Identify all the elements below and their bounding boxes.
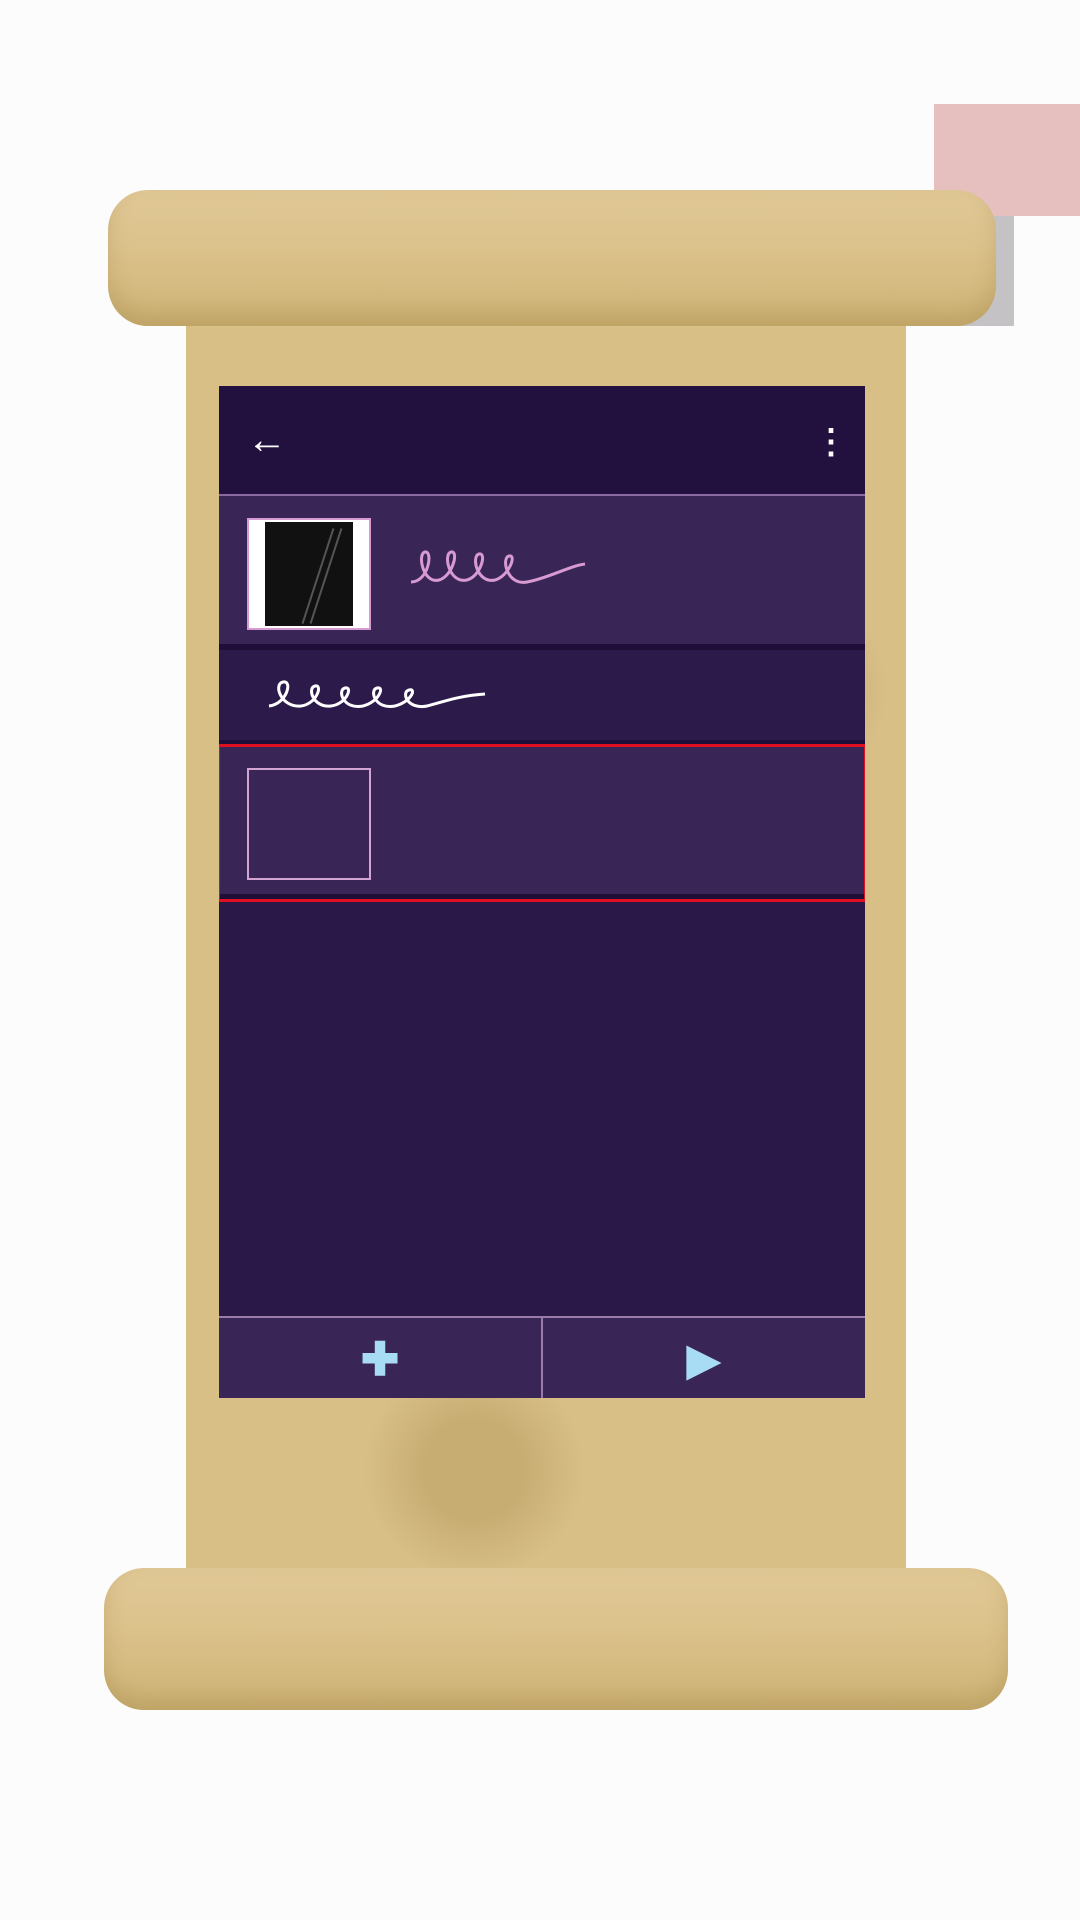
handwritten-label bbox=[267, 674, 687, 718]
thumbnail-image bbox=[247, 518, 371, 630]
overflow-menu-icon[interactable]: ⋮ bbox=[811, 418, 851, 466]
handwritten-label bbox=[409, 542, 829, 598]
list-item-selected[interactable] bbox=[219, 744, 865, 902]
empty-thumbnail bbox=[247, 768, 371, 880]
app-bar: ← ⋮ bbox=[219, 386, 865, 496]
stage: ← ⋮ ✚ ▶ bbox=[0, 0, 1080, 1920]
scroll-roll-bottom bbox=[104, 1568, 1008, 1710]
add-icon[interactable]: ✚ bbox=[219, 1318, 543, 1398]
list-item[interactable] bbox=[219, 496, 865, 650]
bottom-bar: ✚ ▶ bbox=[219, 1316, 865, 1398]
list-item[interactable] bbox=[219, 650, 865, 746]
app-screen: ← ⋮ ✚ ▶ bbox=[219, 386, 865, 1398]
item-list bbox=[219, 496, 865, 902]
thumbnail-content bbox=[265, 522, 353, 626]
play-icon[interactable]: ▶ bbox=[543, 1318, 865, 1398]
page-title bbox=[429, 416, 729, 464]
scroll-roll-top bbox=[108, 190, 996, 326]
back-arrow-icon[interactable]: ← bbox=[243, 416, 291, 464]
